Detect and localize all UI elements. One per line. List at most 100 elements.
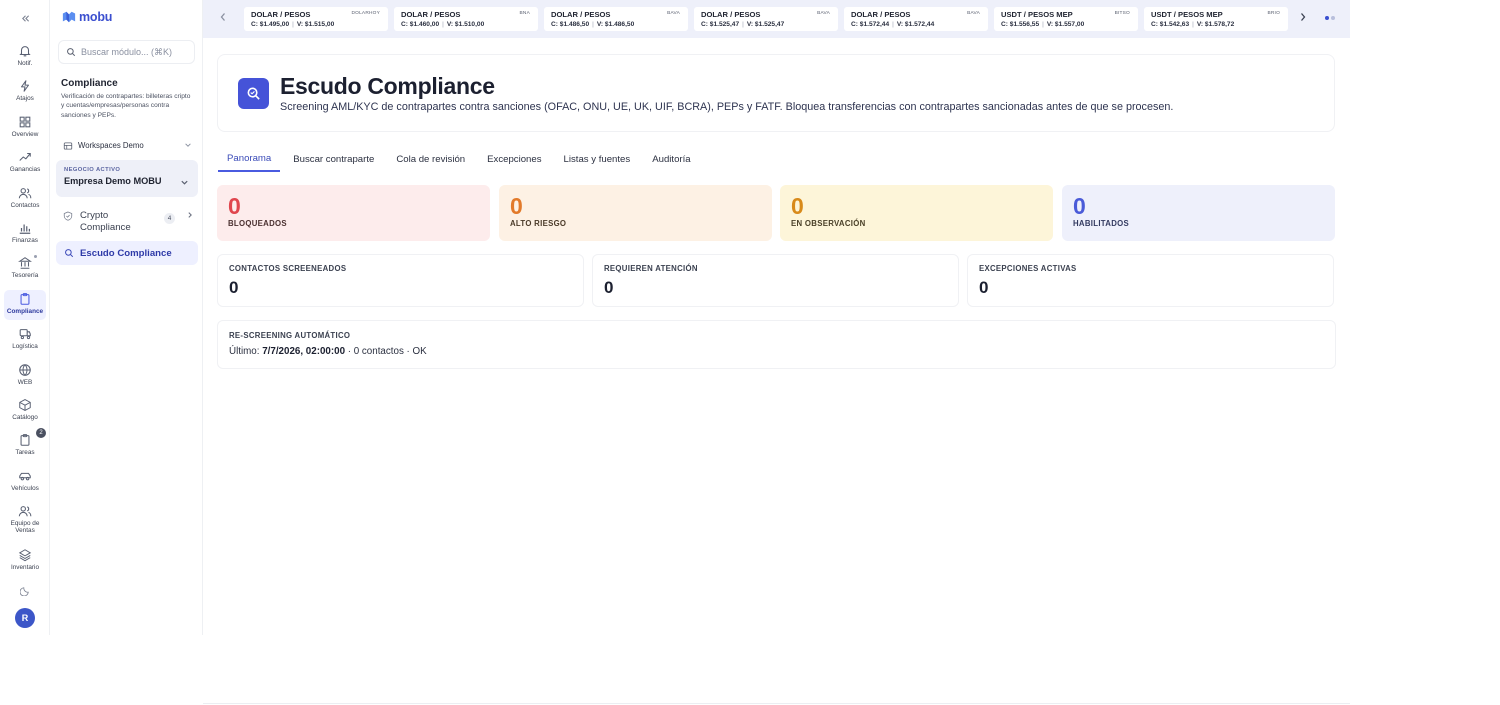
rail-item-vehiculos[interactable]: Vehículos xyxy=(0,467,50,502)
rail-item-compliance[interactable]: Compliance xyxy=(0,289,50,325)
rescreening-card: RE-SCREENING AUTOMÁTICO Último: 7/7/2026… xyxy=(217,320,1336,369)
tab-excepciones[interactable]: Excepciones xyxy=(478,146,550,172)
rail-item-equipo-ventas[interactable]: Equipo de Ventas xyxy=(0,502,50,546)
ticker-source: BRIO xyxy=(1267,11,1280,16)
rail-item-catalogo[interactable]: Catálogo xyxy=(0,396,50,431)
search-input[interactable] xyxy=(81,47,191,57)
rail-item-notif[interactable]: Notif. xyxy=(0,42,50,77)
workspace-selector[interactable]: Workspaces Demo xyxy=(58,137,198,154)
user-avatar[interactable]: R xyxy=(15,608,35,628)
submodule-escudo-compliance[interactable]: Escudo Compliance xyxy=(56,241,198,265)
tareas-badge: 2 xyxy=(36,428,46,439)
ticker-card[interactable]: DOLAR / PESOS BNA C: $1.460,00 | V: $1.510… xyxy=(394,7,538,31)
rail-label: Ganancias xyxy=(9,166,41,174)
kpi-alto-riesgo[interactable]: 0 ALTO RIESGO xyxy=(499,185,772,241)
pagination-dot-active[interactable] xyxy=(1325,16,1329,20)
ticker-card[interactable]: DOLAR / PESOS BAVA C: $1.525,47 | V: $1.52… xyxy=(694,7,838,31)
ticker-card[interactable]: USDT / PESOS MEP BRIO C: $1.542,63 | V: $1… xyxy=(1144,7,1288,31)
tab-listas-fuentes[interactable]: Listas y fuentes xyxy=(555,146,640,172)
ticker-pair: USDT / PESOS MEP xyxy=(1151,10,1223,19)
tab-auditoria[interactable]: Auditoría xyxy=(643,146,699,172)
stat-value: 0 xyxy=(604,278,614,297)
ticker-source: BAVA xyxy=(667,11,680,16)
rescreening-label: RE-SCREENING AUTOMÁTICO xyxy=(229,331,351,340)
kpi-value: 0 xyxy=(510,193,523,219)
dark-mode-icon[interactable] xyxy=(0,585,50,601)
tab-buscar-contraparte[interactable]: Buscar contraparte xyxy=(284,146,383,172)
globe-icon xyxy=(19,363,31,376)
rail-item-finanzas[interactable]: Finanzas xyxy=(0,219,50,254)
ticker-pair: USDT / PESOS MEP xyxy=(1001,10,1073,19)
rail-item-tesoreria[interactable]: Tesorería xyxy=(0,254,50,289)
brand-name: mobu xyxy=(79,10,113,24)
chevron-right-icon[interactable] xyxy=(1299,12,1307,25)
ticker-prices: C: $1.486,50 | V: $1.486,50 xyxy=(551,21,635,28)
section-title: Compliance xyxy=(61,78,118,89)
rail-item-web[interactable]: WEB xyxy=(0,361,50,396)
module-search[interactable] xyxy=(58,40,195,64)
kpi-label: HABILITADOS xyxy=(1073,219,1129,228)
chevron-down-icon xyxy=(184,141,192,151)
tab-panorama[interactable]: Panorama xyxy=(218,146,281,172)
stat-label: REQUIEREN ATENCIÓN xyxy=(604,264,698,273)
ticker-buy: C: $1.572,44 xyxy=(851,21,890,28)
stats-row: CONTACTOS SCREENEADOS 0 REQUIEREN ATENCI… xyxy=(217,254,1336,307)
bank-icon xyxy=(18,257,32,270)
rail-label: Equipo de Ventas xyxy=(10,520,40,535)
kpi-label: EN OBSERVACIÓN xyxy=(791,219,866,228)
grid-icon xyxy=(19,116,31,128)
layers-icon xyxy=(18,549,32,562)
rail-label: Notif. xyxy=(17,60,33,67)
active-business-selector[interactable]: NEGOCIO ACTIVO Empresa Demo MOBU xyxy=(56,160,198,197)
ticker-sell: V: $1.525,47 xyxy=(746,21,785,28)
bottom-divider xyxy=(203,703,1350,704)
app-root: Notif. Atajos Overview Ganancias Contact… xyxy=(0,0,1500,705)
rescreening-status: Último: 7/7/2026, 02:00:00 · 0 contactos… xyxy=(229,346,1324,357)
ticker-card[interactable]: USDT / PESOS MEP BITSO C: $1.556,55 | V: $… xyxy=(994,7,1138,31)
ticker-pair: DOLAR / PESOS xyxy=(701,10,761,19)
ticker-pagination[interactable] xyxy=(1325,16,1335,20)
exchange-rate-ticker: DOLAR / PESOS DOLARHOY C: $1.495,00 | V: $… xyxy=(203,0,1350,38)
car-icon xyxy=(19,472,31,481)
rail-item-atajos[interactable]: Atajos xyxy=(0,77,50,112)
ticker-card[interactable]: DOLAR / PESOS DOLARHOY C: $1.495,00 | V: $… xyxy=(244,7,388,31)
kpi-en-observacion[interactable]: 0 EN OBSERVACIÓN xyxy=(780,185,1053,241)
module-sidebar: mobu Compliance Verificación de contrapa… xyxy=(50,0,203,635)
kpi-habilitados[interactable]: 0 HABILITADOS xyxy=(1062,185,1335,241)
tab-cola-revision[interactable]: Cola de revisión xyxy=(387,146,474,172)
ticker-buy: C: $1.525,47 xyxy=(701,21,740,28)
kpi-value: 0 xyxy=(791,193,804,219)
lightning-icon xyxy=(20,80,30,93)
rail-item-ganancias[interactable]: Ganancias xyxy=(0,148,50,183)
search-shield-icon xyxy=(65,249,74,258)
submodule-label: Escudo Compliance xyxy=(80,247,172,259)
workspace-name: Workspaces Demo xyxy=(78,141,144,150)
rail-item-tareas[interactable]: 2 Tareas xyxy=(0,428,50,466)
ticker-sell: V: $1.510,00 xyxy=(446,21,485,28)
page-subtitle: Screening AML/KYC de contrapartes contra… xyxy=(280,101,1174,113)
ticker-pair: DOLAR / PESOS xyxy=(851,10,911,19)
package-icon xyxy=(19,329,31,340)
chevron-left-icon[interactable] xyxy=(219,12,227,25)
search-icon xyxy=(67,48,76,57)
kpi-bloqueados[interactable]: 0 BLOQUEADOS xyxy=(217,185,490,241)
rail-item-overview[interactable]: Overview xyxy=(0,113,50,148)
module-crypto-compliance[interactable]: Crypto Compliance 4 xyxy=(58,209,198,237)
module-count-badge: 4 xyxy=(164,213,175,224)
rail-item-contactos[interactable]: Contactos xyxy=(0,184,50,219)
ticker-card[interactable]: DOLAR / PESOS BAVA C: $1.486,50 | V: $1.48… xyxy=(544,7,688,31)
pagination-dot[interactable] xyxy=(1331,16,1335,20)
page-title: Escudo Compliance xyxy=(280,73,495,99)
collapse-sidebar-icon[interactable] xyxy=(0,8,50,28)
stat-requieren-atencion: REQUIEREN ATENCIÓN 0 xyxy=(592,254,959,307)
rail-item-logistica[interactable]: Logística xyxy=(0,325,50,360)
ticker-prices: C: $1.495,00 | V: $1.515,00 xyxy=(251,21,335,28)
rail-label: Finanzas xyxy=(12,236,38,244)
ticker-card[interactable]: DOLAR / PESOS BAVA C: $1.572,44 | V: $1.57… xyxy=(844,7,988,31)
brand-logo[interactable]: mobu xyxy=(62,10,112,24)
ticker-sell: V: $1.557,00 xyxy=(1046,21,1085,28)
ticker-prices: C: $1.542,63 | V: $1.578,72 xyxy=(1151,21,1235,28)
ticker-source: DOLARHOY xyxy=(351,11,380,16)
rail-label: Tesorería xyxy=(11,272,39,280)
rail-item-inventario[interactable]: Inventario xyxy=(0,546,50,581)
